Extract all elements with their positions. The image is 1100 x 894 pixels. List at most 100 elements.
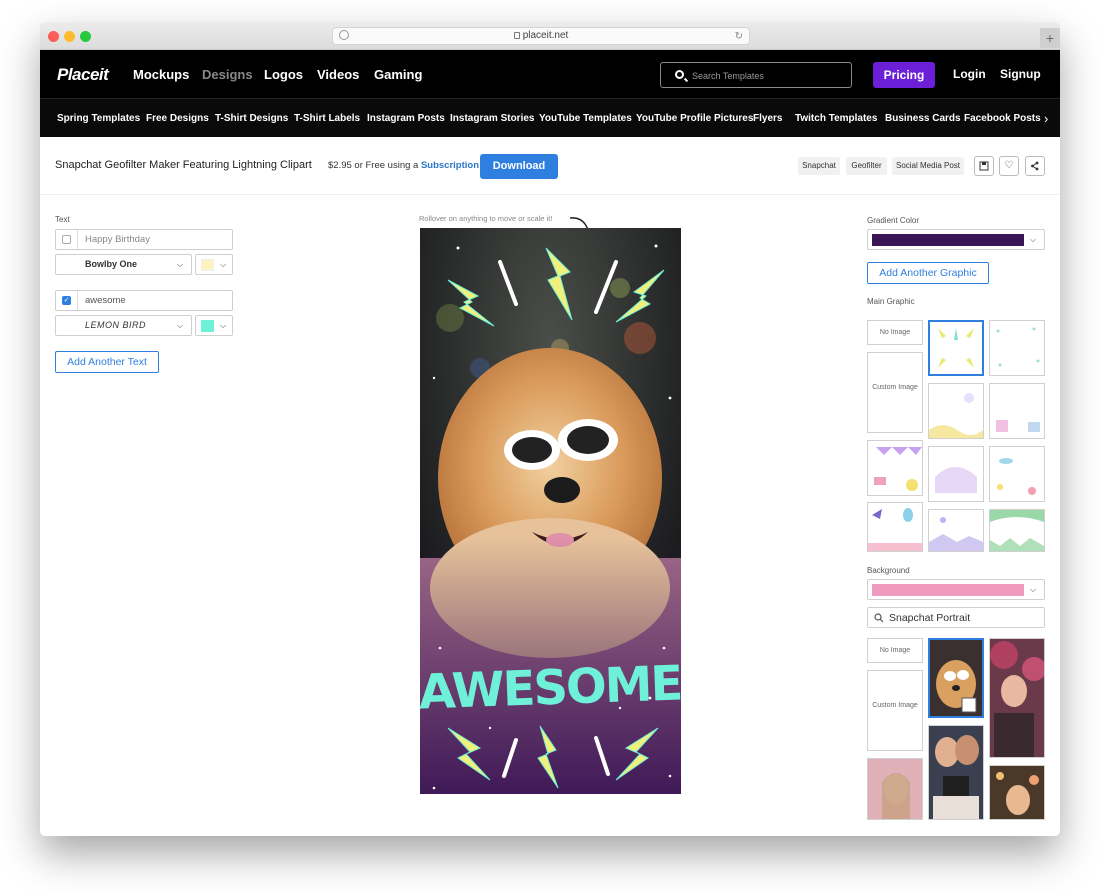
graphic-thumbnail[interactable] [928,320,984,376]
category-youtube-templates[interactable]: YouTube Templates [539,113,632,124]
placeit-logo[interactable]: Placeit [57,65,109,85]
editor-toolbar: Snapchat Geofilter Maker Featuring Light… [40,137,1060,195]
background-color-select[interactable]: ⌵ [867,579,1045,600]
graphic-thumbnail[interactable] [928,509,984,552]
background-label: Background [867,566,910,575]
category-tshirt-designs[interactable]: T-Shirt Designs [215,113,288,124]
font2-select[interactable]: LEMON BIRD ⌵ [55,315,192,336]
canvas-hint: Rollover on anything to move or scale it… [419,214,553,223]
canvas-headline[interactable]: AWESOME [420,655,681,720]
graphic-thumbnail[interactable] [989,383,1045,439]
graphic-thumbnail[interactable] [989,446,1045,502]
custom-image-option[interactable]: Custom Image [867,352,923,433]
address-bar[interactable]: placeit.net ↻ [332,27,750,45]
no-image-option[interactable]: No Image [867,320,923,345]
template-search[interactable] [660,62,852,88]
search-icon [874,613,884,623]
new-tab-button[interactable]: + [1040,28,1060,48]
graphic-thumbnail[interactable] [989,509,1045,552]
graphic-thumbnail[interactable] [989,320,1045,376]
graphic-thumbnail[interactable] [867,440,923,496]
design-canvas[interactable]: AWESOME [420,228,681,794]
background-photo-lights[interactable] [989,765,1045,820]
chevron-down-icon: ⌵ [220,260,227,269]
site-info-icon[interactable] [339,30,349,40]
category-tshirt-labels[interactable]: T-Shirt Labels [294,113,360,124]
browser-window: placeit.net ↻ + Placeit Mockups Designs … [40,22,1060,836]
category-youtube-profile-pictures[interactable]: YouTube Profile Pictures [636,113,753,124]
divider [77,291,78,310]
color2-picker[interactable]: ⌵ [195,315,233,336]
background-photo-couple[interactable] [928,725,984,820]
category-flyers[interactable]: Flyers [753,113,782,124]
nav-gaming[interactable]: Gaming [374,67,422,82]
canvas-artwork: AWESOME [420,228,681,794]
search-input[interactable] [692,68,842,83]
add-another-graphic-button[interactable]: Add Another Graphic [867,262,989,284]
bg-custom-image-option[interactable]: Custom Image [867,670,923,751]
reload-icon[interactable]: ↻ [735,29,743,45]
price-mid-text: or Free using a [351,160,421,171]
text1-checkbox[interactable] [62,235,71,244]
background-search[interactable]: Snapchat Portrait [867,607,1045,628]
background-photo-girl[interactable] [867,758,923,820]
zoom-window-button[interactable] [80,31,91,42]
background-photo-woman-flowers[interactable] [989,638,1045,758]
bg-no-image-option[interactable]: No Image [867,638,923,663]
minimize-window-button[interactable] [64,31,75,42]
chevron-right-icon[interactable]: › [1044,111,1048,126]
main-graphic-label: Main Graphic [867,297,915,306]
category-instagram-stories[interactable]: Instagram Stories [450,113,534,124]
nav-designs[interactable]: Designs [202,67,253,82]
url-text: placeit.net [522,30,569,41]
chevron-down-icon: ⌵ [177,321,184,330]
background-search-input[interactable]: Snapchat Portrait [889,612,970,624]
signup-link[interactable]: Signup [1000,67,1041,81]
graphic-thumbnail[interactable] [928,383,984,439]
chevron-down-icon: ⌵ [1030,585,1037,594]
divider [77,230,78,249]
text-section-label: Text [55,215,70,224]
category-business-cards[interactable]: Business Cards [885,113,961,124]
download-button[interactable]: Download [480,154,558,179]
save-icon[interactable] [974,156,994,176]
add-another-text-button[interactable]: Add Another Text [55,351,159,373]
login-link[interactable]: Login [953,67,986,81]
chevron-down-icon: ⌵ [177,260,184,269]
category-twitch-templates[interactable]: Twitch Templates [795,113,877,124]
color1-swatch [201,259,214,271]
font1-select[interactable]: Bowlby One ⌵ [55,254,192,275]
price-value: $2.95 [328,160,352,171]
tag-social-media-post[interactable]: Social Media Post [892,157,964,175]
category-instagram-posts[interactable]: Instagram Posts [367,113,445,124]
subscription-link[interactable]: Subscription [421,160,479,171]
background-photo-dog[interactable] [928,638,984,718]
category-free-designs[interactable]: Free Designs [146,113,209,124]
graphic-thumbnail[interactable] [928,446,984,502]
pricing-button[interactable]: Pricing [873,62,935,88]
gradient-color-select[interactable]: ⌵ [867,229,1045,250]
text2-input[interactable]: awesome [85,295,126,306]
nav-mockups[interactable]: Mockups [133,67,189,82]
category-facebook-posts[interactable]: Facebook Posts [964,113,1041,124]
close-window-button[interactable] [48,31,59,42]
chevron-down-icon: ⌵ [1030,235,1037,244]
page-title: Snapchat Geofilter Maker Featuring Light… [55,159,312,171]
font2-label: LEMON BIRD [85,320,147,330]
color1-picker[interactable]: ⌵ [195,254,233,275]
gradient-color-label: Gradient Color [867,216,920,225]
background-color-swatch [872,584,1024,596]
tag-snapchat[interactable]: Snapchat [798,157,840,175]
category-spring-templates[interactable]: Spring Templates [57,113,140,124]
text1-row: Happy Birthday [55,229,233,250]
graphic-thumbnail[interactable] [867,502,923,552]
heart-icon[interactable]: ♡ [999,156,1019,176]
text2-checkbox[interactable]: ✓ [62,296,71,305]
text1-input[interactable]: Happy Birthday [85,234,150,245]
text2-row: ✓ awesome [55,290,233,311]
nav-videos[interactable]: Videos [317,67,359,82]
tag-geofilter[interactable]: Geofilter [846,157,887,175]
nav-logos[interactable]: Logos [264,67,303,82]
share-icon[interactable] [1025,156,1045,176]
lock-icon [513,32,520,39]
